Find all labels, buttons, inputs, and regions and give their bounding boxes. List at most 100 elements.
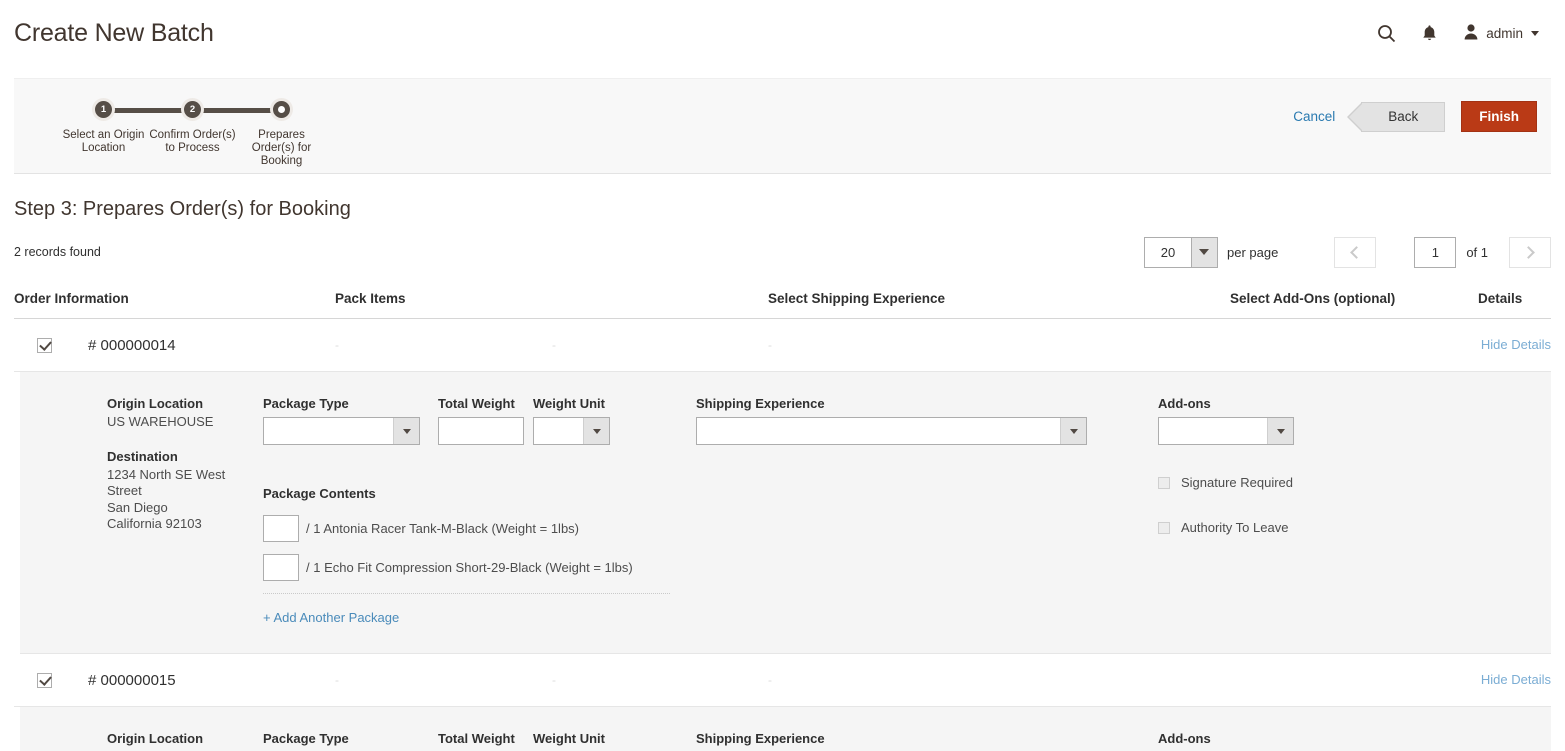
table-row[interactable]: # 000000014 - - - Hide Details <box>14 319 1551 372</box>
chevron-down-icon <box>1531 30 1539 36</box>
finish-button[interactable]: Finish <box>1461 101 1537 132</box>
shipping-experience-block: Shipping Experience <box>696 731 1158 751</box>
column-header-addons: Select Add-Ons (optional) <box>1230 291 1396 306</box>
total-pages-label: of 1 <box>1466 244 1488 260</box>
previous-page-button[interactable] <box>1334 236 1377 268</box>
destination-line-1: 1234 North SE West Street <box>107 466 226 499</box>
user-avatar-icon <box>1463 23 1479 43</box>
weight-unit-label: Weight Unit <box>533 396 605 411</box>
grid-header-row: Order Information Pack Items Select Ship… <box>14 291 1551 319</box>
authority-to-leave-row[interactable]: Authority To Leave <box>1158 520 1488 535</box>
wizard-step-1-label: Select an Origin Location <box>62 129 145 154</box>
package-item-qty-input[interactable] <box>263 554 299 581</box>
next-page-button[interactable] <box>1509 236 1551 268</box>
origin-location-value: US WAREHOUSE <box>107 414 214 429</box>
authority-to-leave-checkbox[interactable] <box>1158 521 1170 534</box>
total-weight-field: Total Weight <box>438 396 524 445</box>
package-fields-row: Package Type Total Weight Weight Unit <box>263 731 696 751</box>
wizard-step-3[interactable]: Prepares Order(s) for Booking <box>237 97 326 168</box>
page-number-input[interactable] <box>1414 236 1457 268</box>
step-dot-2: 2 <box>184 100 201 118</box>
origin-location-label: Origin Location <box>107 731 204 746</box>
wizard-step-3-label: Prepares Order(s) for Booking <box>251 129 312 167</box>
addons-value <box>1159 418 1267 444</box>
bell-icon[interactable] <box>1421 24 1438 43</box>
per-page-select[interactable]: 20 <box>1143 236 1218 268</box>
weight-unit-field: Weight Unit <box>533 396 610 445</box>
signature-required-checkbox[interactable] <box>1158 476 1170 489</box>
orders-grid: Order Information Pack Items Select Ship… <box>14 291 1551 751</box>
column-header-details: Details <box>1478 291 1523 306</box>
back-button[interactable]: Back <box>1347 101 1446 132</box>
shipping-experience-select[interactable] <box>696 417 1087 445</box>
package-content-item: / 1 Antonia Racer Tank-M-Black (Weight =… <box>263 515 696 542</box>
order-number: # 000000014 <box>88 336 176 354</box>
shipping-experience-placeholder: - <box>768 338 772 352</box>
package-type-select[interactable] <box>263 417 420 445</box>
wizard-steps: 1 Select an Origin Location 2 Confirm Or… <box>59 97 326 168</box>
details-cell: Hide Details <box>1230 336 1551 354</box>
wizard-step-1[interactable]: 1 Select an Origin Location <box>59 97 192 168</box>
package-fields-row: Package Type Total Weight Weight Unit <box>263 396 696 445</box>
pack-items-placeholder-2: - <box>552 338 556 352</box>
package-type-field: Package Type <box>263 396 420 445</box>
page-header: Create New Batch admin <box>0 0 1565 66</box>
pack-items-placeholder: - <box>335 338 339 352</box>
shipping-experience-block: Shipping Experience <box>696 396 1158 627</box>
pack-items-block: Package Type Total Weight Weight Unit <box>263 731 696 751</box>
origin-destination-block: Origin Location US WAREHOUSE Destination… <box>20 396 263 627</box>
per-page-value: 20 <box>1160 244 1176 260</box>
addons-label: Add-ons <box>1158 731 1211 746</box>
chevron-left-icon <box>1350 245 1364 259</box>
signature-required-row[interactable]: Signature Required <box>1158 475 1488 490</box>
row-select-checkbox[interactable] <box>37 672 52 688</box>
package-type-field: Package Type <box>263 731 420 751</box>
shipping-experience-label: Shipping Experience <box>696 396 825 411</box>
hide-details-link[interactable]: Hide Details <box>1481 672 1551 687</box>
divider <box>263 593 670 594</box>
user-name-label: admin <box>1486 25 1523 41</box>
addons-label: Add-ons <box>1158 396 1211 411</box>
weight-unit-value <box>534 418 583 444</box>
step-dot-1: 1 <box>95 100 112 118</box>
order-detail-panel: Origin Location US WAREHOUSE Destination… <box>20 372 1551 654</box>
origin-location-label: Origin Location <box>107 396 204 411</box>
destination-line-3: California 92103 <box>107 516 202 531</box>
add-another-package-link[interactable]: + Add Another Package <box>263 610 399 625</box>
records-found-label: 2 records found <box>14 245 101 259</box>
user-menu[interactable]: admin <box>1463 23 1539 43</box>
package-type-value <box>264 418 393 444</box>
weight-unit-label: Weight Unit <box>533 731 605 746</box>
pager: 20 per page of 1 <box>1143 236 1551 268</box>
column-header-shipping-experience: Select Shipping Experience <box>768 291 946 306</box>
shipping-experience-placeholder: - <box>768 673 772 687</box>
total-weight-label: Total Weight <box>438 731 515 746</box>
total-weight-input[interactable] <box>438 417 524 445</box>
search-icon[interactable] <box>1377 24 1396 43</box>
row-select-checkbox[interactable] <box>37 337 52 353</box>
pack-items-placeholder-2: - <box>552 673 556 687</box>
addons-select[interactable] <box>1158 417 1294 445</box>
package-contents-label: Package Contents <box>263 486 376 501</box>
order-row-left: # 000000015 <box>14 672 335 689</box>
authority-to-leave-label: Authority To Leave <box>1181 520 1289 535</box>
weight-unit-select[interactable] <box>533 417 610 445</box>
wizard-step-2-label: Confirm Order(s) to Process <box>149 129 236 154</box>
wizard-step-2[interactable]: 2 Confirm Order(s) to Process <box>148 97 281 168</box>
order-detail-panel: Origin Location US WAREHOUSE Destination… <box>20 707 1551 751</box>
hide-details-link[interactable]: Hide Details <box>1481 337 1551 352</box>
package-type-label: Package Type <box>263 396 349 411</box>
total-weight-field: Total Weight <box>438 731 524 751</box>
package-content-item: / 1 Echo Fit Compression Short-29-Black … <box>263 554 696 581</box>
step-heading: Step 3: Prepares Order(s) for Booking <box>14 198 351 220</box>
destination-line-2: San Diego <box>107 499 168 515</box>
records-and-pager-row: 2 records found 20 per page of 1 <box>14 235 1551 269</box>
step-dot-3-current <box>273 100 290 118</box>
table-row[interactable]: # 000000015 - - - Hide Details <box>14 654 1551 707</box>
package-item-qty-input[interactable] <box>263 515 299 542</box>
order-row-left: # 000000014 <box>14 337 335 354</box>
cancel-button[interactable]: Cancel <box>1293 109 1335 124</box>
chevron-down-icon <box>583 418 609 444</box>
chevron-down-icon <box>1060 418 1086 444</box>
addons-block: Add-ons Signature Required Authority To … <box>1158 396 1488 627</box>
